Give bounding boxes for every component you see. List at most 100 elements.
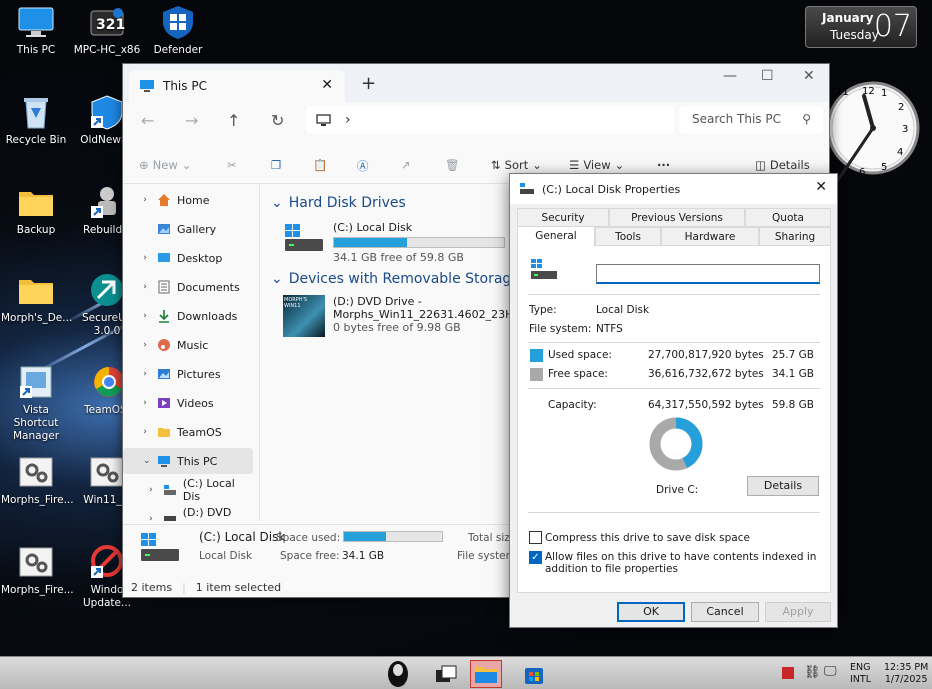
sidebar-item-documents[interactable]: › Documents [123,274,253,300]
refresh-icon[interactable]: ↻ [271,111,284,130]
tray-clock[interactable]: 12:35 PM 1/7/2025 [884,662,928,686]
chevron-right-icon[interactable]: › [129,485,153,495]
clock-gadget[interactable]: 12 1 2 3 4 5 6 11 [826,70,920,186]
tab-this-pc[interactable]: This PC ✕ [129,70,345,102]
search-input[interactable]: Search This PC ⚲ [679,106,823,134]
tab-hardware[interactable]: Hardware [661,227,759,246]
tab-previous-versions[interactable]: Previous Versions [609,208,745,227]
drive-label-input[interactable] [596,264,820,284]
group-hard-disk-drives[interactable]: ⌄ Hard Disk Drives [271,195,406,211]
display-icon[interactable]: 🖵 [824,664,837,679]
sidebar-item-desktop[interactable]: › Desktop [123,245,253,271]
folder-icon [157,425,171,439]
sidebar-item-music[interactable]: › Music [123,332,253,358]
start-orb-icon [388,661,408,687]
desktop-icon-morphs-desktop[interactable]: Morph's_De... [1,272,72,325]
new-button[interactable]: ⊕ New ⌄ [139,158,191,172]
sidebar-item-videos[interactable]: › Videos [123,390,253,416]
tab-general[interactable]: General [517,226,595,247]
drive-item-c[interactable]: (C:) Local Disk 34.1 GB free of 59.8 GB [283,221,505,264]
ok-button[interactable]: OK [617,602,685,622]
tab-tools[interactable]: Tools [595,227,661,246]
sort-icon: ⇅ [491,158,501,172]
taskbar-start-orb[interactable] [382,660,414,688]
network-icon[interactable]: ⛓ [804,665,821,680]
recycle-bin-icon [16,94,56,130]
taskbar-store[interactable] [518,660,550,688]
sidebar-item-pictures[interactable]: › Pictures [123,361,253,387]
chevron-right-icon[interactable]: › [123,398,147,408]
dialog-close-icon[interactable]: ✕ [815,179,827,195]
up-arrow-icon[interactable]: ↑ [227,111,240,130]
language-indicator[interactable]: ENG INTL [850,662,871,686]
chevron-right-icon[interactable]: › [345,112,351,128]
sidebar-item-teamos[interactable]: › TeamOS [123,419,253,445]
chevron-right-icon[interactable]: › [123,311,147,321]
explorer-titlebar[interactable]: This PC ✕ + — ☐ ✕ [123,64,829,102]
new-tab-icon[interactable]: + [361,73,376,94]
sidebar-item-dvd-drive-d[interactable]: › (D:) DVD Driv [123,506,253,521]
tray-time: 12:35 PM [884,662,929,673]
chevron-right-icon[interactable]: › [123,427,147,437]
disk-details-button[interactable]: Details [747,476,819,496]
view-label: View [583,158,611,172]
maximize-icon[interactable]: ☐ [761,68,774,84]
desktop-icon-morphs-firefox-1[interactable]: Morphs_Fire... [1,454,74,507]
tab-quota[interactable]: Quota [745,208,831,227]
taskbar-file-explorer[interactable] [470,660,502,688]
group-title: Devices with Removable Storage [288,271,520,287]
minimize-icon[interactable]: — [723,68,737,84]
desktop-icon-backup[interactable]: Backup [1,184,71,237]
view-button[interactable]: ☰ View ⌄ [569,158,624,172]
more-options-button[interactable]: ··· [657,158,670,172]
dialog-titlebar[interactable]: (C:) Local Disk Properties ✕ [510,174,837,204]
chevron-right-icon[interactable]: › [123,369,147,379]
desktop-icon-vista-shortcut-manager[interactable]: Vista Shortcut Manager [1,364,71,443]
desktop-icon-this-pc[interactable]: This PC [1,4,71,57]
chevron-right-icon[interactable]: › [123,282,147,292]
drive-item-d[interactable]: MORPH'S WIN11 (D:) DVD Drive - Morphs_Wi… [283,295,520,337]
drive-properties-dialog[interactable]: (C:) Local Disk Properties ✕ Security Pr… [509,173,838,628]
address-input[interactable]: › [306,106,674,134]
calendar-gadget[interactable]: January Tuesday 07 [805,6,917,48]
sidebar-item-home[interactable]: › Home [123,187,253,213]
tray-app-icon[interactable] [782,667,794,679]
forward-arrow-icon[interactable]: → [185,111,198,130]
sidebar-item-this-pc[interactable]: ⌄ This PC [123,448,253,474]
details-pane-button[interactable]: ◫ Details [755,158,810,172]
cut-button[interactable]: ✂ [227,158,237,172]
rename-button[interactable]: Ⓐ [357,158,369,174]
sort-label: Sort [504,158,529,172]
desktop-icon-recycle-bin[interactable]: Recycle Bin [1,94,71,147]
tab-close-icon[interactable]: ✕ [321,77,333,93]
chevron-right-icon[interactable]: › [129,514,153,521]
delete-button[interactable]: 🗑 [445,158,460,172]
sidebar-item-local-disk-c[interactable]: › (C:) Local Dis [123,477,253,503]
chevron-down-icon[interactable]: ⌄ [123,456,151,466]
apply-button[interactable]: Apply [765,602,831,622]
tab-security[interactable]: Security [517,208,609,227]
sidebar-item-gallery[interactable]: Gallery [123,216,253,242]
desktop-icon-morphs-firefox-2[interactable]: Morphs_Fire... [1,544,74,597]
close-window-icon[interactable]: ✕ [803,68,815,84]
desktop-icon-defender[interactable]: Defender [143,4,213,57]
index-checkbox[interactable]: ✓ [529,551,542,564]
monitor-icon [316,113,331,126]
taskbar-task-view[interactable] [430,660,462,688]
tab-sharing[interactable]: Sharing [759,227,831,246]
paste-button[interactable]: 📋 [313,158,327,172]
desktop-icon-mpc-hc[interactable]: 321 MPC-HC_x86 [72,4,142,57]
sort-button[interactable]: ⇅ Sort ⌄ [491,158,542,172]
chevron-right-icon[interactable]: › [123,195,147,205]
chevron-right-icon[interactable]: › [123,340,147,350]
separator [528,388,820,389]
copy-button[interactable]: ❐ [271,158,281,172]
share-button[interactable]: ↗ [401,158,411,172]
compress-checkbox[interactable] [529,531,542,544]
back-arrow-icon[interactable]: ← [141,111,154,130]
sidebar-item-downloads[interactable]: › Downloads [123,303,253,329]
chevron-right-icon[interactable]: › [123,253,147,263]
cancel-button[interactable]: Cancel [691,602,759,622]
folder-icon [16,272,56,308]
group-removable-storage[interactable]: ⌄ Devices with Removable Storage [271,271,520,287]
